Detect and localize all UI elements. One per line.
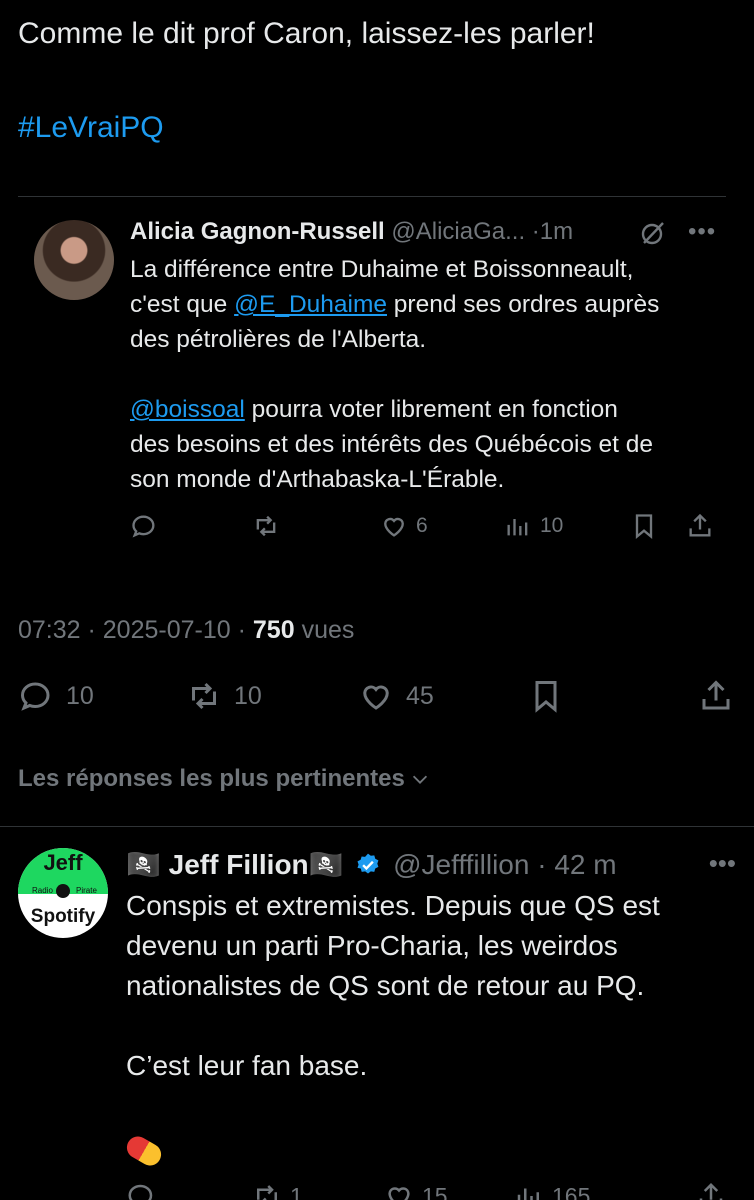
- quote-border: [18, 196, 726, 197]
- body-text: c'est que: [130, 291, 235, 318]
- chevron-down-icon: [412, 775, 427, 784]
- more-icon[interactable]: •••: [688, 214, 716, 250]
- avatar-text: Jeff: [43, 850, 83, 875]
- like-count: 15: [422, 1182, 448, 1200]
- avatar-text: Pirate: [76, 886, 97, 895]
- mention-link[interactable]: @boissoal: [130, 396, 245, 423]
- heart-icon: [384, 517, 404, 537]
- reply-actions: 1 15 165: [126, 1176, 736, 1200]
- repost-count: 10: [234, 681, 262, 710]
- body-line: @boissoal pourra voter librement en fonc…: [130, 392, 726, 427]
- bookmark-icon: [635, 514, 653, 539]
- bookmark-icon: [535, 681, 557, 713]
- body-line: C’est leur fan base.: [126, 1050, 368, 1081]
- views-button[interactable]: 165: [514, 1176, 590, 1200]
- grok-icon[interactable]: [640, 220, 666, 246]
- tweet-time[interactable]: 07:32: [18, 616, 81, 644]
- tweet-actions: 10 10 45: [18, 676, 738, 720]
- share-button[interactable]: [696, 1176, 726, 1200]
- reply-icon: [20, 682, 50, 711]
- author-name[interactable]: Alicia Gagnon-Russell: [130, 218, 385, 245]
- like-button[interactable]: 45: [358, 676, 434, 716]
- timestamp[interactable]: 1m: [540, 218, 573, 245]
- repost-icon: [256, 515, 276, 537]
- repost-button[interactable]: [252, 506, 280, 546]
- avatar-text: Radio: [32, 886, 53, 895]
- heart-icon: [363, 685, 389, 710]
- share-button[interactable]: [686, 506, 714, 546]
- reply-header: 🏴‍☠️ Jeff Fillion🏴‍☠️ @Jefffillion · 42 …: [126, 846, 736, 884]
- body-line: Conspis et extremistes. Depuis que QS es…: [126, 890, 660, 921]
- author-handle[interactable]: @Jefffillion: [393, 849, 529, 880]
- repost-icon: [192, 682, 216, 710]
- reply-body: Conspis et extremistes. Depuis que QS es…: [122, 886, 736, 1173]
- timestamp[interactable]: 42 m: [554, 849, 616, 880]
- share-icon: [699, 1182, 723, 1200]
- author-name[interactable]: Jeff Fillion: [169, 849, 309, 880]
- tweet-text-line: Comme le dit prof Caron, laissez-les par…: [18, 17, 595, 50]
- body-line: c'est que @E_Duhaime prend ses ordres au…: [130, 287, 726, 322]
- reply-icon: [128, 1184, 153, 1200]
- repost-button[interactable]: 10: [186, 676, 262, 716]
- mention-link[interactable]: @E_Duhaime: [234, 291, 387, 318]
- avatar[interactable]: Jeff Radio Pirate Spotify: [18, 848, 108, 938]
- spotify-icon: [56, 884, 70, 898]
- views-count: 750: [252, 616, 295, 644]
- repost-count: 1: [290, 1182, 303, 1200]
- tweet-meta: 07:32 · 2025-07-10 · 750 vues: [18, 616, 355, 644]
- analytics-icon: [507, 519, 528, 536]
- quoted-tweet-header: Alicia Gagnon-Russell @AliciaGa... ·1m •…: [130, 214, 726, 250]
- reply-icon: [132, 515, 155, 538]
- like-button[interactable]: 6: [380, 506, 428, 546]
- analytics-icon: [517, 1188, 539, 1200]
- tweet-date[interactable]: 2025-07-10: [103, 616, 231, 644]
- verified-badge-icon: [357, 853, 379, 874]
- body-line: des besoins et des intérêts des Québécoi…: [130, 431, 653, 458]
- hashtag-link[interactable]: #LeVraiPQ: [18, 108, 738, 148]
- pill-emoji-icon: [122, 1132, 166, 1170]
- quoted-tweet[interactable]: Alicia Gagnon-Russell @AliciaGa... ·1m •…: [18, 200, 726, 566]
- tweet-text: Comme le dit prof Caron, laissez-les par…: [18, 14, 738, 148]
- repost-button[interactable]: 1: [252, 1176, 303, 1200]
- sort-label: Les réponses les plus pertinentes: [18, 765, 405, 792]
- reply-count: 10: [66, 681, 94, 710]
- body-text: pourra voter librement en fonction: [244, 396, 618, 423]
- pirate-flag-icon: 🏴‍☠️: [126, 849, 161, 880]
- like-count: 45: [406, 681, 434, 710]
- reply-button[interactable]: [130, 506, 158, 546]
- like-count: 6: [416, 514, 428, 537]
- view-count: 165: [552, 1182, 591, 1200]
- reply-button[interactable]: 10: [18, 676, 94, 716]
- bookmark-button[interactable]: [528, 676, 564, 716]
- avatar-text: Spotify: [30, 906, 96, 927]
- body-line: des pétrolières de l'Alberta.: [130, 326, 427, 353]
- share-button[interactable]: [698, 676, 734, 716]
- divider: [0, 826, 754, 827]
- replies-sort-dropdown[interactable]: Les réponses les plus pertinentes: [18, 762, 431, 796]
- like-button[interactable]: 15: [384, 1176, 448, 1200]
- avatar[interactable]: [34, 220, 114, 300]
- body-line: son monde d'Arthabaska-L'Érable.: [130, 466, 505, 493]
- more-icon[interactable]: •••: [709, 844, 736, 882]
- body-line: devenu un parti Pro-Charia, les weirdos: [126, 930, 618, 961]
- body-line: nationalistes de QS sont de retour au PQ…: [126, 970, 645, 1001]
- body-line: La différence entre Duhaime et Boissonne…: [130, 256, 634, 283]
- share-icon: [689, 513, 711, 537]
- tweet-detail-page: Comme le dit prof Caron, laissez-les par…: [0, 0, 754, 1200]
- views-button[interactable]: 10: [504, 506, 563, 546]
- quoted-tweet-body: La différence entre Duhaime et Boissonne…: [130, 252, 726, 497]
- repost-icon: [257, 1185, 277, 1200]
- share-icon: [702, 680, 730, 710]
- quoted-tweet-actions: 6 10: [130, 506, 726, 546]
- body-text: prend ses ordres auprès: [387, 291, 660, 318]
- author-handle[interactable]: @AliciaGa...: [391, 218, 525, 245]
- view-count: 10: [540, 514, 564, 537]
- reply-button[interactable]: [126, 1176, 156, 1200]
- heart-icon: [388, 1187, 410, 1200]
- bookmark-button[interactable]: [630, 506, 658, 546]
- views-label: vues: [301, 616, 355, 644]
- pirate-flag-icon: 🏴‍☠️: [308, 849, 344, 880]
